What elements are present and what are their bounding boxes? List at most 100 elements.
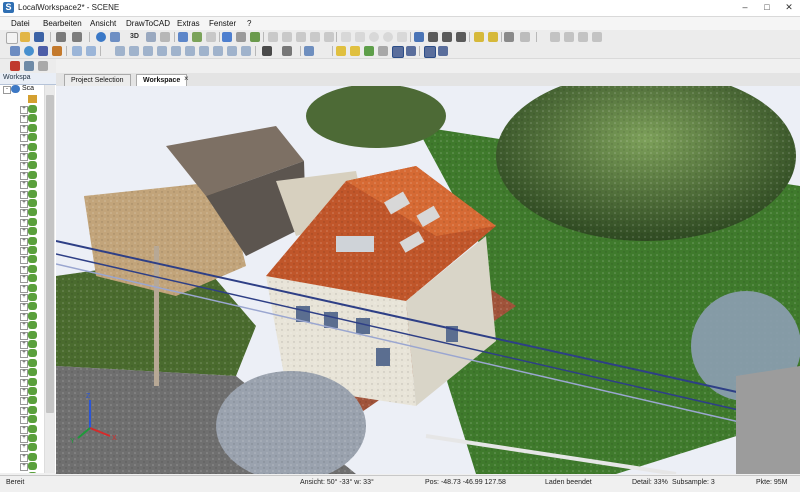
help-icon[interactable] <box>96 32 106 42</box>
tree-item[interactable]: + <box>0 208 44 217</box>
menu-ansicht[interactable]: Ansicht <box>90 19 116 28</box>
new-icon[interactable] <box>6 32 18 44</box>
tree-item[interactable]: + <box>0 190 44 199</box>
expand-icon[interactable]: + <box>20 388 28 396</box>
tab-workspace[interactable]: Workspace <box>136 74 187 86</box>
tree-item[interactable]: + <box>0 274 44 283</box>
maximize-button[interactable]: □ <box>760 1 774 14</box>
zoom-icon[interactable] <box>72 46 82 56</box>
highlight-icon[interactable] <box>350 46 360 56</box>
tree-item[interactable]: + <box>0 425 44 434</box>
measure-icon[interactable] <box>250 32 260 42</box>
tab-project-selection[interactable]: Project Selection <box>64 74 131 86</box>
point-cloud-view[interactable]: Z X Y <box>56 86 800 474</box>
print-icon[interactable] <box>72 32 82 42</box>
expand-icon[interactable]: + <box>20 397 28 405</box>
tool-icon[interactable] <box>592 32 602 42</box>
minimize-button[interactable]: – <box>738 1 752 14</box>
grid-medium-icon[interactable] <box>406 46 416 56</box>
register-icon[interactable] <box>192 32 202 42</box>
marker-icon[interactable] <box>474 32 484 42</box>
window-icon[interactable] <box>222 32 232 42</box>
cube-top-icon[interactable] <box>171 46 181 56</box>
cube-front-icon[interactable] <box>115 46 125 56</box>
tree-item[interactable]: + <box>0 387 44 396</box>
pick-icon[interactable] <box>520 32 530 42</box>
layers-icon[interactable] <box>38 46 48 56</box>
tree-item[interactable]: + <box>0 180 44 189</box>
cube-back-icon[interactable] <box>129 46 139 56</box>
tree-item[interactable]: + <box>0 161 44 170</box>
circle-icon[interactable] <box>369 32 379 42</box>
zoom-fit-icon[interactable] <box>86 46 96 56</box>
tree-scrollbar[interactable] <box>44 85 55 473</box>
expand-icon[interactable]: + <box>20 379 28 387</box>
tree-item[interactable]: + <box>0 312 44 321</box>
open-folder-icon[interactable] <box>20 32 30 42</box>
rotate-left-icon[interactable] <box>268 32 278 42</box>
expand-icon[interactable]: + <box>20 162 28 170</box>
cube-perspective-icon[interactable] <box>213 46 223 56</box>
pan-icon[interactable] <box>310 32 320 42</box>
tree-root[interactable]: - Sca <box>0 85 44 94</box>
menu-fenster[interactable]: Fenster <box>209 19 236 28</box>
pencil-icon[interactable] <box>504 32 514 42</box>
expand-icon[interactable]: + <box>20 313 28 321</box>
tree-item[interactable]: + <box>0 199 44 208</box>
expand-icon[interactable]: + <box>20 115 28 123</box>
expand-icon[interactable]: + <box>20 200 28 208</box>
view-icon[interactable] <box>110 32 120 42</box>
expand-icon[interactable]: + <box>20 407 28 415</box>
expand-icon[interactable]: + <box>20 134 28 142</box>
tree-item[interactable]: + <box>0 340 44 349</box>
polygon-icon[interactable] <box>397 32 407 42</box>
3d-view-icon[interactable]: 3D <box>130 32 139 42</box>
tree-item[interactable]: + <box>0 396 44 405</box>
tree-item[interactable]: + <box>0 227 44 236</box>
expand-icon[interactable]: + <box>20 181 28 189</box>
table-icon[interactable] <box>304 46 314 56</box>
expand-icon[interactable]: + <box>20 125 28 133</box>
tree-item[interactable]: + <box>0 293 44 302</box>
menu-datei[interactable]: Datei <box>11 19 30 28</box>
expand-icon[interactable]: + <box>20 219 28 227</box>
expand-icon[interactable]: + <box>20 153 28 161</box>
tree-item[interactable]: + <box>0 443 44 452</box>
split-view-icon[interactable] <box>428 32 438 42</box>
expand-icon[interactable]: + <box>20 444 28 452</box>
filter-small-icon[interactable] <box>38 61 48 71</box>
expand-icon[interactable]: + <box>20 238 28 246</box>
cube-iso-icon[interactable] <box>199 46 209 56</box>
tree-item[interactable]: + <box>0 255 44 264</box>
check-icon[interactable] <box>364 46 374 56</box>
expand-icon[interactable]: + <box>20 332 28 340</box>
cube-left-icon[interactable] <box>143 46 153 56</box>
menu-bearbeiten[interactable]: Bearbeiten <box>43 19 82 28</box>
camera-icon[interactable] <box>262 46 272 56</box>
tree-item[interactable]: + <box>0 124 44 133</box>
expand-icon[interactable]: + <box>20 426 28 434</box>
expand-icon[interactable]: + <box>20 360 28 368</box>
cube-ortho-icon[interactable] <box>227 46 237 56</box>
tree-item[interactable]: + <box>0 246 44 255</box>
tree-item[interactable]: + <box>0 237 44 246</box>
tree-item[interactable]: + <box>0 434 44 443</box>
flag-icon[interactable] <box>488 32 498 42</box>
tilt-icon[interactable] <box>324 32 334 42</box>
tree-item[interactable]: + <box>0 453 44 462</box>
expand-icon[interactable]: + <box>20 303 28 311</box>
expand-icon[interactable]: + <box>20 454 28 462</box>
expand-icon[interactable]: + <box>20 209 28 217</box>
cube-right-icon[interactable] <box>157 46 167 56</box>
expand-icon[interactable]: + <box>20 228 28 236</box>
expand-icon[interactable]: + <box>20 285 28 293</box>
filter-icon[interactable] <box>206 32 216 42</box>
grid-full-icon[interactable] <box>438 46 448 56</box>
tree-item[interactable]: + <box>0 331 44 340</box>
grid-small-icon[interactable] <box>392 46 404 58</box>
expand-icon[interactable]: + <box>20 369 28 377</box>
line-icon[interactable] <box>355 32 365 42</box>
list-icon[interactable] <box>378 46 388 56</box>
close-button[interactable]: ✕ <box>782 1 796 14</box>
rotate-right-icon[interactable] <box>282 32 292 42</box>
